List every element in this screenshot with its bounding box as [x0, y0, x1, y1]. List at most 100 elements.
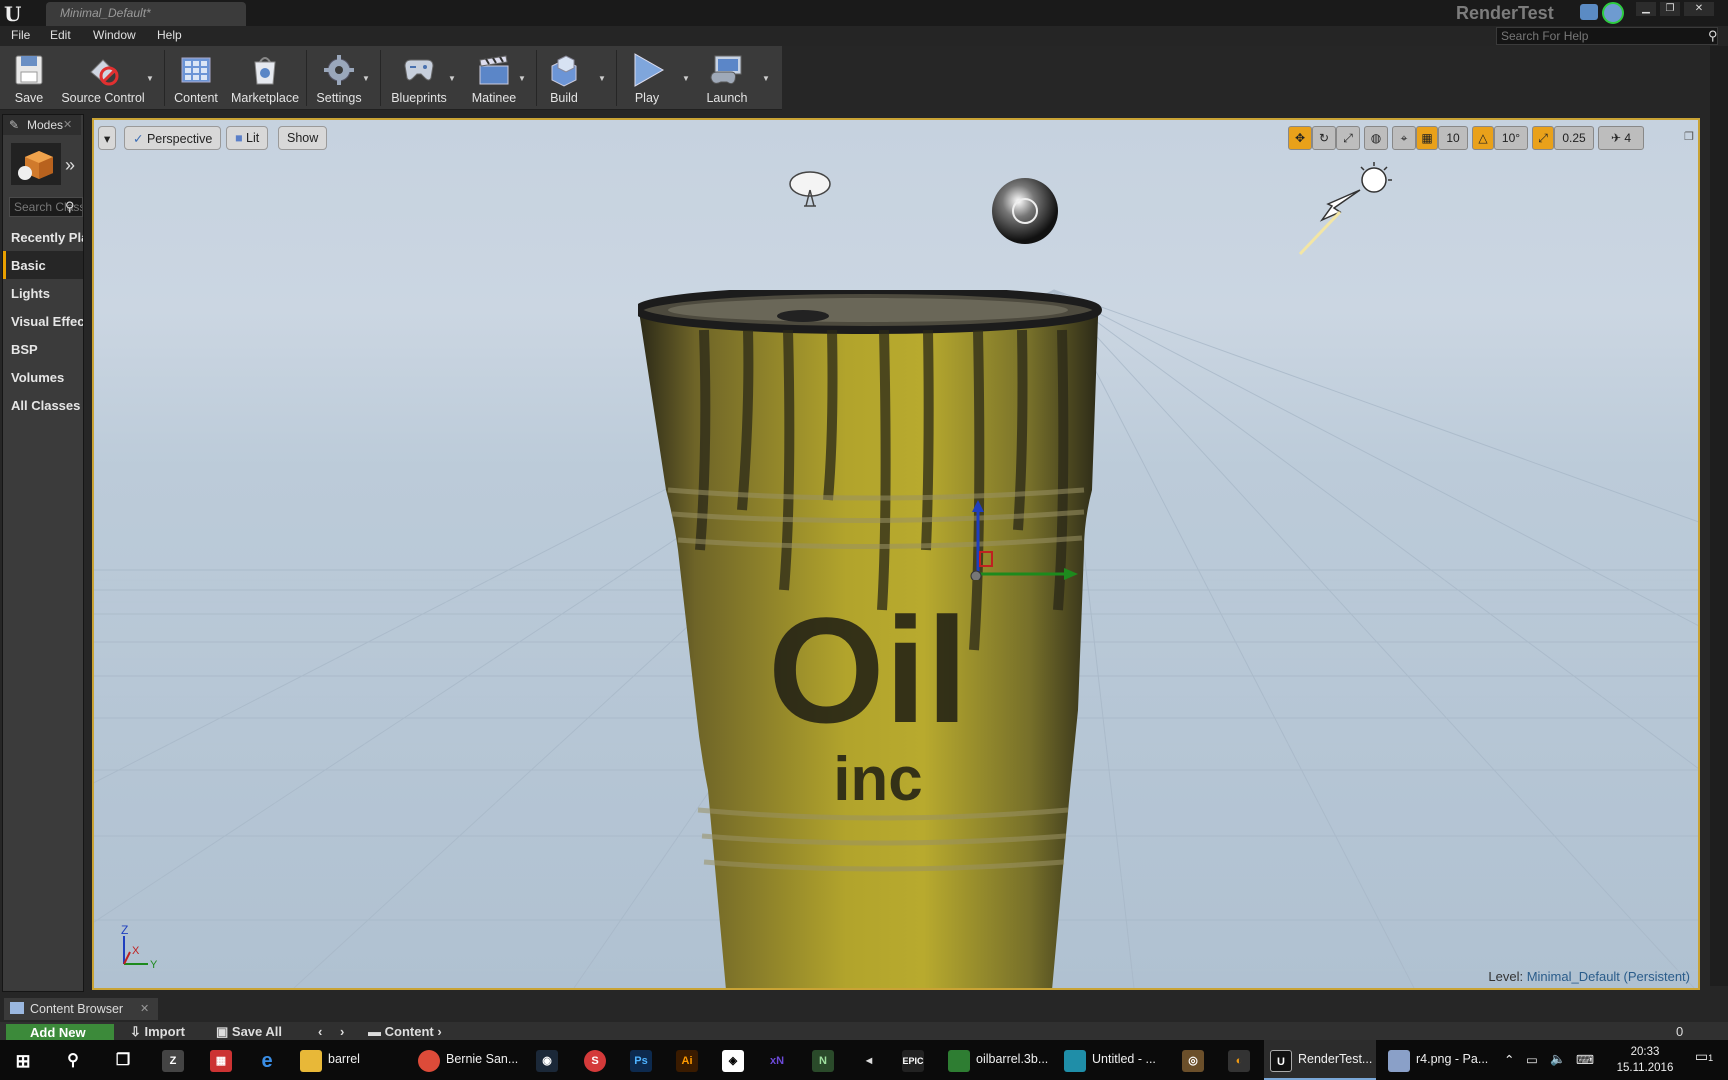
content-path-breadcrumb[interactable]: ▬ Content › — [368, 1024, 442, 1039]
rotate-mode-icon[interactable]: ↻ — [1312, 126, 1336, 150]
viewport-options-dropdown[interactable]: ▾ — [98, 126, 117, 150]
category-lights[interactable]: Lights — [3, 279, 83, 307]
maximize-viewport-icon[interactable]: ❐ — [1684, 130, 1694, 143]
category-all-classes[interactable]: All Classes — [3, 391, 83, 419]
scale-snap-value[interactable]: 0.25 — [1554, 126, 1594, 150]
matinee-button[interactable]: Matinee — [466, 50, 522, 110]
taskbar-item-barrel[interactable]: barrel — [296, 1040, 406, 1080]
rotation-snap-toggle-icon[interactable]: △ — [1472, 126, 1494, 150]
matinee-dropdown-arrow-icon[interactable]: ▼ — [518, 74, 530, 83]
photoshop-icon[interactable]: Ps — [630, 1050, 652, 1072]
chat-icon[interactable] — [1580, 4, 1598, 20]
surface-snap-icon[interactable]: ⌖ — [1392, 126, 1416, 150]
import-button[interactable]: ⇩ Import — [130, 1024, 185, 1040]
reflection-capture-sphere-icon[interactable] — [990, 176, 1060, 246]
translate-mode-icon[interactable]: ✥ — [1288, 126, 1312, 150]
oil-barrel-mesh[interactable]: Oil inc — [638, 290, 1118, 990]
grid-snap-toggle-icon[interactable]: ▦ — [1416, 126, 1438, 150]
perspective-button[interactable]: ✓ Perspective — [124, 126, 222, 150]
save-all-button[interactable]: ▣ Save All — [216, 1024, 282, 1040]
settings-button[interactable]: Settings — [312, 50, 366, 110]
taskbar-item-chrome[interactable]: Bernie San... — [414, 1040, 524, 1080]
blueprints-dropdown-arrow-icon[interactable]: ▼ — [448, 74, 460, 83]
edge-icon[interactable]: e — [256, 1050, 278, 1072]
quixel-icon[interactable]: N — [812, 1050, 834, 1072]
settings-dropdown-arrow-icon[interactable]: ▼ — [362, 74, 374, 83]
volume-icon[interactable]: 🔈 — [1550, 1052, 1566, 1067]
category-recently-placed[interactable]: Recently Placed — [3, 223, 83, 251]
menu-file[interactable]: File — [11, 28, 30, 42]
notification-center-icon[interactable]: ▭1 — [1692, 1048, 1716, 1072]
epic-launcher-icon[interactable]: EPIC — [902, 1050, 924, 1072]
zbrush-icon[interactable]: Z — [162, 1050, 184, 1072]
right-panel-strip[interactable] — [1710, 46, 1728, 986]
world-local-toggle-icon[interactable]: ◍ — [1364, 126, 1388, 150]
rotation-snap-value[interactable]: 10° — [1494, 126, 1528, 150]
camera-speed-button[interactable]: ✈ 4 — [1598, 126, 1644, 150]
transform-gizmo[interactable] — [964, 500, 1084, 580]
menu-window[interactable]: Window — [93, 28, 136, 42]
learn-icon[interactable] — [1602, 2, 1624, 24]
launch-button[interactable]: Launch — [700, 50, 754, 110]
search-icon[interactable]: ⚲ — [1708, 28, 1718, 44]
task-view-icon[interactable]: ❐ — [112, 1050, 134, 1072]
category-volumes[interactable]: Volumes — [3, 363, 83, 391]
windows-start-icon[interactable]: ⊞ — [12, 1050, 34, 1072]
content-browser-tab[interactable]: Content Browser — [4, 998, 158, 1020]
source-control-dropdown-arrow-icon[interactable]: ▼ — [146, 74, 158, 83]
show-button[interactable]: Show — [278, 126, 328, 150]
store-icon[interactable]: ▦ — [210, 1050, 232, 1072]
chevron-double-right-icon[interactable]: » — [65, 155, 75, 176]
history-forward-icon[interactable]: › — [340, 1024, 344, 1039]
scale-snap-toggle-icon[interactable]: ⤢ — [1532, 126, 1554, 150]
category-basic[interactable]: Basic — [3, 251, 83, 279]
category-visual-effects[interactable]: Visual Effects — [3, 307, 83, 335]
level-viewport[interactable]: ▾ ✓ Perspective ■ Lit Show ✥ ↻ ⤢ ◍ ⌖ ▦ 1… — [92, 118, 1700, 990]
category-bsp[interactable]: BSP — [3, 335, 83, 363]
close-icon[interactable]: ✕ — [63, 118, 72, 131]
save-button[interactable]: Save — [6, 50, 52, 110]
grid-snap-value[interactable]: 10 — [1438, 126, 1468, 150]
scale-mode-icon[interactable]: ⤢ — [1336, 126, 1360, 150]
play-dropdown-arrow-icon[interactable]: ▼ — [682, 74, 694, 83]
build-dropdown-arrow-icon[interactable]: ▼ — [598, 74, 610, 83]
substance-designer-icon[interactable]: S — [584, 1050, 606, 1072]
maximize-button[interactable]: ❐ — [1660, 2, 1680, 16]
source-control-button[interactable]: Source Control — [58, 50, 148, 110]
unity-icon[interactable]: ◈ — [722, 1050, 744, 1072]
build-button[interactable]: Build — [542, 50, 586, 110]
unity-hub-icon[interactable]: ◄ — [858, 1050, 880, 1072]
show-hidden-icons-icon[interactable]: ⌃ — [1504, 1052, 1514, 1067]
system-clock[interactable]: 20:33 15.11.2016 — [1610, 1044, 1680, 1076]
hearthstone-icon[interactable]: ◎ — [1182, 1050, 1204, 1072]
history-back-icon[interactable]: ‹ — [318, 1024, 322, 1039]
menu-edit[interactable]: Edit — [50, 28, 71, 42]
search-icon[interactable]: ⚲ — [62, 1050, 84, 1072]
help-search-input[interactable]: Search For Help — [1496, 27, 1718, 45]
play-button[interactable]: Play — [622, 50, 672, 110]
blueprints-button[interactable]: Blueprints — [386, 50, 452, 110]
level-document-tab[interactable]: Minimal_Default* — [46, 2, 246, 26]
taskbar-item-rendertest-active[interactable]: U RenderTest... — [1264, 1040, 1376, 1080]
launch-dropdown-arrow-icon[interactable]: ▼ — [762, 74, 774, 83]
search-icon[interactable]: ⚲ — [65, 199, 75, 215]
taskbar-item-untitled[interactable]: Untitled - ... — [1060, 1040, 1170, 1080]
keyboard-icon[interactable]: ⌨ — [1576, 1052, 1594, 1067]
taskbar-item-paint[interactable]: r4.png - Pa... — [1384, 1040, 1496, 1080]
steam-icon[interactable]: ◉ — [536, 1050, 558, 1072]
sky-atmosphere-icon[interactable] — [784, 164, 840, 212]
menu-help[interactable]: Help — [157, 28, 182, 42]
close-icon[interactable]: ✕ — [140, 1002, 149, 1015]
taskbar-item-substance-painter[interactable]: oilbarrel.3b... — [944, 1040, 1054, 1080]
content-button[interactable]: Content — [170, 50, 222, 110]
close-window-button[interactable]: ✕ — [1684, 2, 1714, 16]
overwatch-icon[interactable]: ◐ — [1228, 1050, 1250, 1072]
place-mode-icon[interactable] — [11, 143, 61, 185]
minimize-button[interactable]: ▁ — [1636, 2, 1656, 16]
illustrator-icon[interactable]: Ai — [676, 1050, 698, 1072]
add-new-button[interactable]: Add New — [6, 1024, 114, 1040]
directional-light-icon[interactable] — [1294, 160, 1404, 256]
network-icon[interactable]: ▭ — [1526, 1052, 1538, 1067]
xnormal-icon[interactable]: xN — [766, 1050, 788, 1072]
marketplace-button[interactable]: Marketplace — [228, 50, 302, 110]
